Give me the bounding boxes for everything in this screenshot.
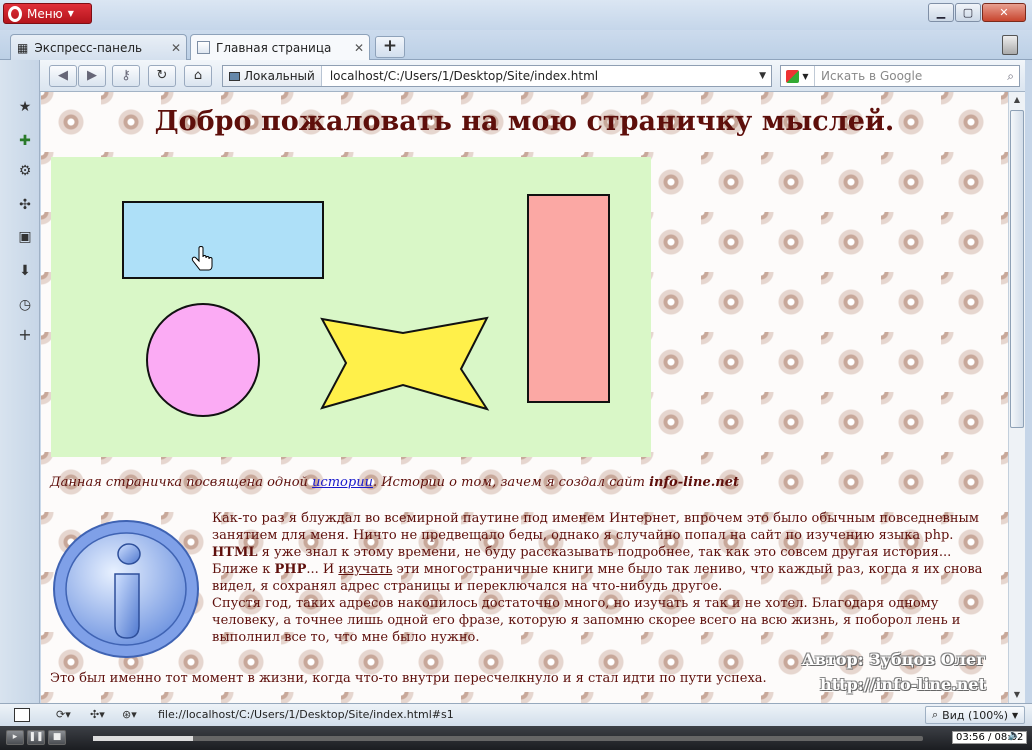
story-text-part: ... И (306, 562, 339, 577)
unite-status-icon[interactable]: ✣▾ (90, 708, 105, 722)
content-settings-icon[interactable]: ⊛▾ (122, 708, 137, 722)
home-button[interactable]: ⌂ (184, 65, 212, 87)
downloads-icon[interactable]: ⬇ (16, 262, 34, 280)
tab-label: Экспресс-панель (34, 40, 143, 55)
site-label: Локальный (244, 69, 315, 83)
side-panel: ★ ✚ ⚙ ✣ ▣ ⬇ ◷ + (0, 60, 40, 703)
reload-button[interactable]: ↻ (148, 65, 176, 87)
pink-tall-rectangle[interactable] (527, 194, 610, 403)
intro-paragraph: Данная страничка посвящена одной истории… (50, 474, 990, 491)
page-favicon-icon (197, 41, 210, 54)
close-tab-icon[interactable]: ✕ (171, 41, 181, 55)
story-paragraph-1: Как-то раз я блуждал во всемирной паутин… (212, 510, 997, 561)
navigation-bar: ◀ ▶ ⚷ ↻ ⌂ Локальный localhost/C:/Users/1… (40, 60, 1032, 92)
shapes-svg (122, 194, 610, 417)
add-panel-icon[interactable]: + (16, 326, 34, 344)
story-text-part: Как-то раз я блуждал во всемирной паутин… (212, 511, 979, 543)
author-watermark: Автор: Зубцов Олег http://info-line.net (791, 647, 986, 697)
tab-bar: ▦ Экспресс-панель ✕ Главная страница ✕ + (0, 30, 1032, 60)
zoom-icon: ⌕ (932, 708, 939, 721)
story-text-part: я уже знал к этому времени, не буду расс… (257, 545, 952, 560)
close-tab-icon[interactable]: ✕ (354, 41, 364, 55)
trash-icon[interactable] (1002, 35, 1018, 55)
html-keyword: HTML (212, 545, 258, 560)
address-bar[interactable]: Локальный localhost/C:/Users/1/Desktop/S… (222, 65, 772, 87)
story-text: Как-то раз я блуждал во всемирной паутин… (212, 510, 997, 646)
back-button[interactable]: ◀ (49, 65, 77, 87)
scroll-down-icon[interactable]: ▼ (1009, 687, 1025, 703)
story-text-part: Ближе к (212, 562, 275, 577)
scroll-up-icon[interactable]: ▲ (1009, 92, 1025, 108)
story-paragraph-2: Ближе к PHP... И изучать эти многострани… (212, 561, 997, 595)
php-keyword: PHP (274, 562, 307, 577)
intro-text: Данная страничка посвящена одной (50, 475, 313, 490)
window-controls: ▁ ▢ ✕ (928, 3, 1026, 22)
grid-icon: ▦ (17, 40, 29, 55)
final-sentence: Это был именно тот момент в жизни, когда… (50, 671, 767, 686)
shapes-area (51, 157, 651, 457)
opera-menu-button[interactable]: Меню ▼ (3, 3, 92, 24)
bookmarks-icon[interactable]: ★ (16, 98, 34, 116)
google-icon[interactable]: ▼ (781, 66, 815, 86)
close-window-button[interactable]: ✕ (982, 3, 1026, 22)
tab-main-page[interactable]: Главная страница ✕ (190, 34, 370, 60)
settings-icon[interactable]: ⚙ (16, 162, 34, 180)
page-viewport: Добро пожаловать на мою страничку мыслей… (41, 92, 1008, 703)
zoom-label: Вид (100%) (942, 708, 1008, 722)
info-icon (51, 518, 201, 663)
story-paragraph-3: Спустя год, таких адресов накопилось дос… (212, 596, 961, 645)
panel-toggle-icon[interactable] (14, 708, 30, 722)
opera-logo-icon (8, 5, 22, 22)
pink-circle[interactable] (146, 303, 260, 417)
scroll-thumb[interactable] (1010, 110, 1024, 428)
minimize-button[interactable]: ▁ (928, 3, 954, 22)
site-info-badge[interactable]: Локальный (223, 66, 322, 86)
media-menu-button[interactable]: ▸ (6, 730, 24, 745)
intro-text: . Истории о том, зачем я создал сайт (372, 475, 650, 490)
site-name: info-line.net (649, 475, 739, 490)
chevron-down-icon: ▼ (67, 9, 74, 18)
stop-button[interactable]: ■ (48, 730, 66, 745)
monitor-icon (229, 71, 240, 81)
notes-icon[interactable]: ▣ (16, 228, 34, 246)
story-link[interactable]: истории (312, 475, 373, 490)
maximize-button[interactable]: ▢ (955, 3, 981, 22)
yellow-bowtie-shape[interactable] (320, 316, 490, 411)
history-icon[interactable]: ◷ (16, 296, 34, 314)
pause-button[interactable]: ❚❚ (27, 730, 45, 745)
address-dropdown-icon[interactable]: ▼ (759, 71, 766, 81)
media-player-bar: ▸ ❚❚ ■ 03:56 / 08:02 🔈 (0, 726, 1032, 750)
media-progress-fill (93, 736, 193, 741)
tab-label: Главная страница (216, 40, 332, 55)
menu-label: Меню (27, 6, 63, 21)
chevron-down-icon: ▼ (1012, 710, 1019, 720)
new-tab-button[interactable]: + (375, 36, 405, 58)
url-text[interactable]: localhost/C:/Users/1/Desktop/Site/index.… (322, 69, 598, 83)
author-site: http://info-line.net (820, 675, 986, 694)
zoom-control[interactable]: ⌕ Вид (100%) ▼ (925, 706, 1025, 724)
search-box[interactable]: ▼ Искать в Google ⌕ (780, 65, 1020, 87)
tab-speed-dial[interactable]: ▦ Экспресс-панель ✕ (10, 34, 187, 60)
status-bar: ⟳▾ ✣▾ ⊛▾ file://localhost/C:/Users/1/Des… (0, 703, 1032, 726)
title-bar: Меню ▼ ▁ ▢ ✕ (0, 0, 1032, 30)
blue-rectangle[interactable] (122, 201, 324, 279)
author-name: Автор: Зубцов Олег (801, 650, 986, 669)
volume-icon[interactable]: 🔈 (1008, 730, 1026, 745)
search-input[interactable]: Искать в Google (815, 69, 922, 83)
forward-button[interactable]: ▶ (78, 65, 106, 87)
status-url: file://localhost/C:/Users/1/Desktop/Site… (158, 708, 454, 721)
page-title: Добро пожаловать на мою страничку мыслей… (154, 106, 895, 137)
window-border (1025, 60, 1032, 703)
search-icon[interactable]: ⌕ (1007, 69, 1014, 84)
vertical-scrollbar[interactable]: ▲ ▼ (1008, 92, 1025, 703)
widgets-icon[interactable]: ✚ (16, 132, 34, 150)
media-progress-track[interactable] (93, 736, 923, 741)
wand-key-button[interactable]: ⚷ (112, 65, 140, 87)
learn-link[interactable]: изучать (338, 562, 392, 577)
turbo-icon[interactable]: ⟳▾ (56, 708, 71, 722)
unite-icon[interactable]: ✣ (16, 196, 34, 214)
